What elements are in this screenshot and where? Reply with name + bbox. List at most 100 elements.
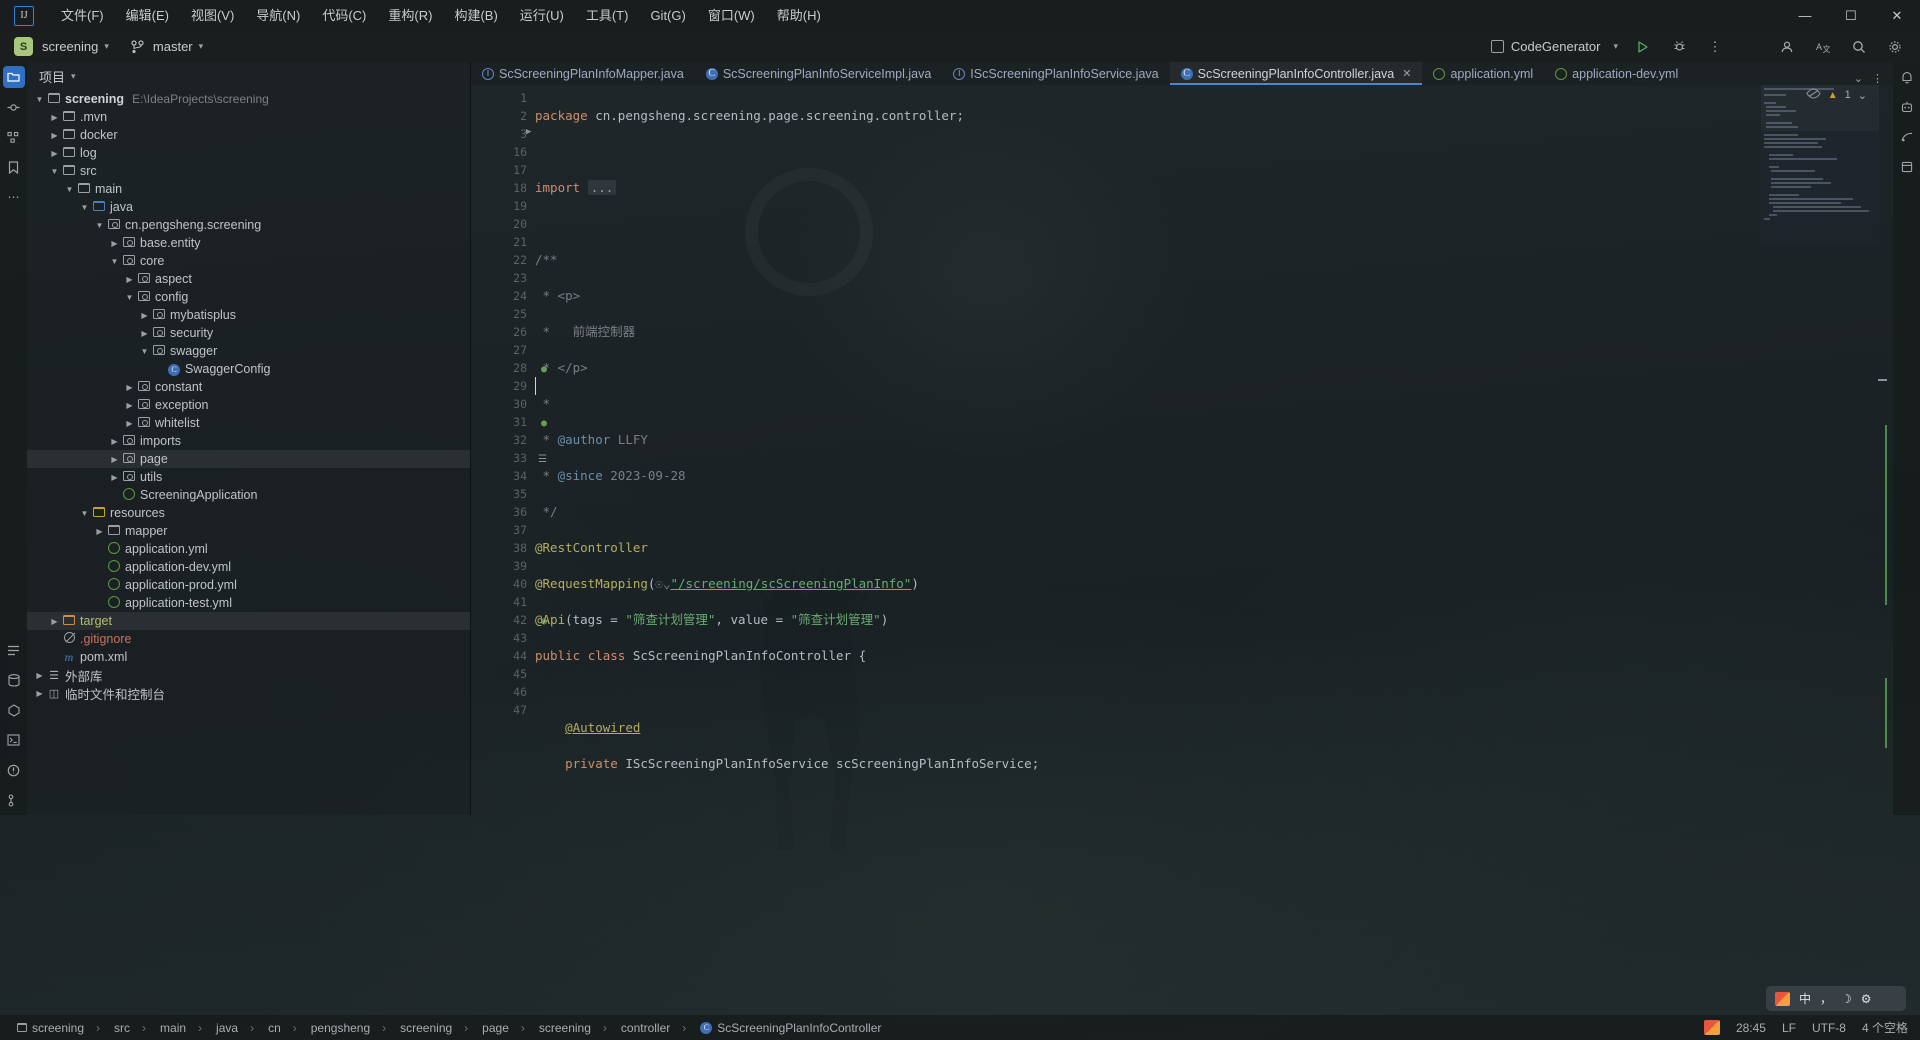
gutter-line-19[interactable]: 19 <box>471 197 535 215</box>
gutter-line-41[interactable]: 41 <box>471 593 535 611</box>
gutter-line-1[interactable]: 1 <box>471 89 535 107</box>
tree-item-utils[interactable]: ▶ utils <box>27 468 470 486</box>
tree-item-docker[interactable]: ▶ docker <box>27 126 470 144</box>
tree-item-whitelist[interactable]: ▶ whitelist <box>27 414 470 432</box>
chevron-right-icon[interactable]: ▶ <box>108 473 121 482</box>
chevron-down-icon[interactable]: ▼ <box>33 95 46 104</box>
tree-item-java[interactable]: ▼ java <box>27 198 470 216</box>
tree-item-application-dev-yml[interactable]: ▶application-dev.yml <box>27 558 470 576</box>
gutter-line-23[interactable]: 23 <box>471 269 535 287</box>
tree-item-core[interactable]: ▼ core <box>27 252 470 270</box>
gutter-line-25[interactable]: 25 <box>471 305 535 323</box>
gutter-line-33[interactable]: 33 ☰ <box>471 449 547 467</box>
editor-tab-scscreeningplaninfomapper-java[interactable]: I ScScreeningPlanInfoMapper.java <box>471 62 695 85</box>
branch-chevron-down-icon[interactable]: ▾ <box>199 41 204 52</box>
chevron-right-icon[interactable]: ▶ <box>123 383 136 392</box>
chevron-down-icon[interactable]: ▼ <box>78 509 91 518</box>
menu-refactor[interactable]: 重构(R) <box>377 0 443 31</box>
gutter-line-40[interactable]: 40 <box>471 575 535 593</box>
chevron-right-icon[interactable]: ▶ <box>48 149 61 158</box>
sidebar-item-bookmarks[interactable] <box>0 152 27 182</box>
chevron-down-icon[interactable]: ▼ <box>63 185 76 194</box>
menu-tools[interactable]: 工具(T) <box>575 0 640 31</box>
tree-item-imports[interactable]: ▶ imports <box>27 432 470 450</box>
gutter-line-30[interactable]: 30 <box>471 395 535 413</box>
translate-icon[interactable]: A文 <box>1812 36 1834 58</box>
sidebar-item-ai-assistant[interactable] <box>1893 92 1920 122</box>
breadcrumb-item-screening[interactable]: screening › <box>10 1021 107 1035</box>
vcs-change-marker[interactable] <box>1885 425 1887 605</box>
sidebar-item-more[interactable]: ⋯ <box>0 182 27 212</box>
sidebar-item-commit[interactable] <box>0 92 27 122</box>
tree-item-log[interactable]: ▶ log <box>27 144 470 162</box>
git-branch-label[interactable]: master <box>153 39 193 54</box>
sidebar-item-gradle[interactable] <box>1893 122 1920 152</box>
menu-file[interactable]: 文件(F) <box>50 0 115 31</box>
tree-item-security[interactable]: ▶ security <box>27 324 470 342</box>
chevron-down-icon[interactable]: ▼ <box>138 347 151 356</box>
gutter-line-32[interactable]: 32 <box>471 431 535 449</box>
sidebar-item-terminal[interactable] <box>0 725 27 755</box>
sidebar-item-database[interactable] <box>0 665 27 695</box>
editor-tab-application-dev-yml[interactable]: application-dev.yml <box>1544 62 1689 85</box>
sidebar-item-todo[interactable] <box>0 635 27 665</box>
encoding-label[interactable]: UTF-8 <box>1812 1021 1846 1035</box>
ime-theme-moon-icon[interactable]: ☽ <box>1841 992 1852 1006</box>
gutter-line-44[interactable]: 44 <box>471 647 535 665</box>
inspection-marker-warning[interactable] <box>1878 379 1887 381</box>
chevron-right-icon[interactable]: ▶ <box>123 419 136 428</box>
tree-item-swagger[interactable]: ▼ swagger <box>27 342 470 360</box>
chevron-down-icon[interactable]: ▼ <box>93 221 106 230</box>
inspections-eye-icon[interactable] <box>1806 88 1821 102</box>
gutter-line-17[interactable]: 17 <box>471 161 535 179</box>
tree-item-mapper[interactable]: ▶ mapper <box>27 522 470 540</box>
sidebar-item-maven[interactable] <box>0 695 27 725</box>
chevron-right-icon[interactable]: ▶ <box>33 671 46 680</box>
project-name-label[interactable]: screening <box>42 39 98 54</box>
gutter-line-16[interactable]: 16 <box>471 143 535 161</box>
debug-button[interactable] <box>1668 36 1690 58</box>
vcs-change-marker-2[interactable] <box>1885 678 1887 748</box>
gutter-line-2[interactable]: 2 <box>471 107 535 125</box>
gutter-line-42[interactable]: 42 ◉ <box>471 611 547 629</box>
caret-position-label[interactable]: 28:45 <box>1736 1021 1766 1035</box>
chevron-right-icon[interactable]: ▶ <box>138 329 151 338</box>
tree-item-resources[interactable]: ▼ resources <box>27 504 470 522</box>
gutter-line-37[interactable]: 37 <box>471 521 535 539</box>
editor-gutter[interactable]: 1 2 3 16 17 18 19 20 21 22 23 24 25 26 27 28 ● 29 30 31 ● 32 3… <box>471 85 547 815</box>
tree-item-screeningapplication[interactable]: ▶ScreeningApplication <box>27 486 470 504</box>
gutter-line-36[interactable]: 36 <box>471 503 535 521</box>
more-actions-button[interactable]: ⋮ <box>1704 36 1726 58</box>
sidebar-item-project[interactable] <box>2 66 25 88</box>
tree-item-target[interactable]: ▶ target <box>27 612 470 630</box>
chevron-right-icon[interactable]: ▶ <box>108 455 121 464</box>
tree-item-config[interactable]: ▼ config <box>27 288 470 306</box>
chevron-right-icon[interactable]: ▶ <box>93 527 106 536</box>
sidebar-item-structure[interactable] <box>0 122 27 152</box>
menu-navigate[interactable]: 导航(N) <box>245 0 311 31</box>
minimize-button[interactable]: — <box>1782 0 1828 31</box>
chevron-down-icon[interactable]: ▼ <box>48 167 61 176</box>
chevron-right-icon[interactable]: ▶ <box>48 131 61 140</box>
tree-item-mybatisplus[interactable]: ▶ mybatisplus <box>27 306 470 324</box>
chevron-right-icon[interactable]: ▶ <box>108 437 121 446</box>
gutter-line-38[interactable]: 38 <box>471 539 535 557</box>
inspection-chevron-down-icon[interactable]: ⌄ <box>1858 89 1867 102</box>
line-separator-label[interactable]: LF <box>1782 1021 1796 1035</box>
chevron-right-icon[interactable]: ▶ <box>138 311 151 320</box>
menu-code[interactable]: 代码(C) <box>311 0 377 31</box>
code-content[interactable]: package cn.pengsheng.screening.page.scre… <box>535 85 1743 815</box>
tree-item-swaggerconfig[interactable]: ▶CSwaggerConfig <box>27 360 470 378</box>
run-configuration-selector[interactable]: CodeGenerator ▾ <box>1490 39 1618 54</box>
gutter-line-34[interactable]: 34 <box>471 467 535 485</box>
gutter-line-43[interactable]: 43 <box>471 629 535 647</box>
tree-item-constant[interactable]: ▶ constant <box>27 378 470 396</box>
account-icon[interactable] <box>1776 36 1798 58</box>
chevron-right-icon[interactable]: ▶ <box>48 617 61 626</box>
tree-item-src[interactable]: ▼ src <box>27 162 470 180</box>
gutter-line-28[interactable]: 28 ● <box>471 359 547 377</box>
breadcrumb-item-screening[interactable]: screening › <box>393 1021 475 1035</box>
tree-item-exception[interactable]: ▶ exception <box>27 396 470 414</box>
tree-item-aspect[interactable]: ▶ aspect <box>27 270 470 288</box>
gutter-line-22[interactable]: 22 <box>471 251 535 269</box>
